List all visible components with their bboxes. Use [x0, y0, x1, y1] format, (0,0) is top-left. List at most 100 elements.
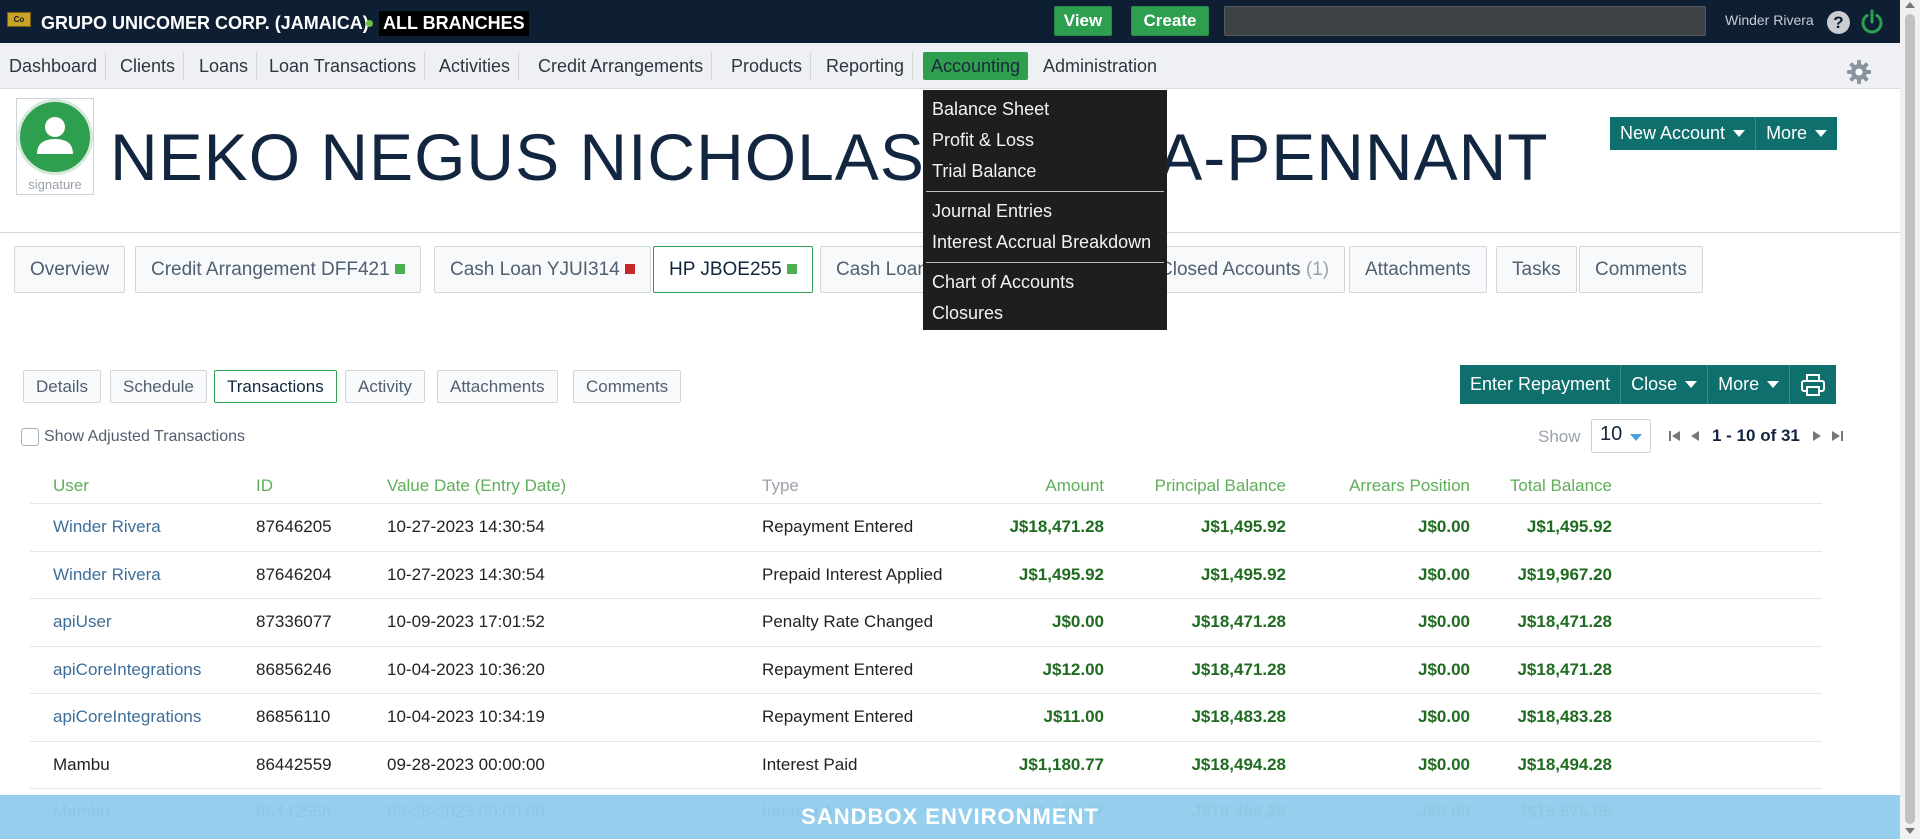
page-size-label: Show [1538, 427, 1581, 446]
cell-user: Mambu [53, 754, 110, 774]
close-label: Close [1631, 374, 1678, 394]
nav-credit-arrangements[interactable]: Credit Arrangements [530, 52, 713, 80]
page-size-select[interactable]: 10 [1591, 419, 1651, 453]
tab-credit-arrangement[interactable]: Credit Arrangement DFF421 [135, 246, 421, 293]
nav-products[interactable]: Products [723, 52, 812, 80]
menu-item-chart-of-accounts[interactable]: Chart of Accounts [923, 267, 1167, 298]
scroll-up-arrow-icon[interactable] [1905, 2, 1915, 8]
table-row: apiCoreIntegrations 86856246 10-04-2023 10… [30, 647, 1822, 694]
table-row: Winder Rivera 87646205 10-27-2023 14:30:54… [30, 504, 1822, 552]
next-page-icon[interactable] [1810, 429, 1824, 443]
table-row: Mambu 86442559 09-28-2023 00:00:00 Interest… [30, 742, 1822, 789]
tab-closed-accounts[interactable]: Closed Accounts (1) [1150, 246, 1346, 293]
first-page-icon[interactable] [1668, 429, 1682, 443]
cell-user[interactable]: apiCoreIntegrations [53, 707, 201, 727]
col-header-arrears-position[interactable]: Arrears Position [1290, 476, 1470, 496]
new-account-split-button: New Account More [1610, 117, 1838, 150]
tab-label: Comments [1595, 259, 1687, 280]
col-header-total-balance[interactable]: Total Balance [1470, 476, 1612, 496]
show-adjusted-checkbox[interactable] [21, 428, 39, 446]
scrollbar-thumb[interactable] [1905, 14, 1915, 824]
menu-item-journal-entries[interactable]: Journal Entries [923, 196, 1167, 227]
cell-date: 10-09-2023 17:01:52 [387, 612, 545, 631]
help-icon[interactable]: ? [1827, 11, 1850, 34]
col-header-type[interactable]: Type [762, 476, 799, 496]
cell-total: J$18,483.28 [1517, 707, 1612, 726]
tab-cash-loan-yjui314[interactable]: Cash Loan YJUI314 [434, 246, 651, 293]
actions-more-button[interactable]: More [1708, 365, 1791, 404]
cell-user[interactable]: Winder Rivera [53, 565, 161, 585]
cell-arrears: J$0.00 [1418, 517, 1470, 536]
cell-arrears: J$0.00 [1418, 612, 1470, 631]
organization-name: GRUPO UNICOMER CORP. (JAMAICA) [41, 13, 369, 33]
subtab-activity[interactable]: Activity [345, 370, 425, 403]
cell-date: 10-27-2023 14:30:54 [387, 517, 545, 536]
new-account-button[interactable]: New Account [1610, 117, 1757, 150]
cell-id: 86442559 [256, 754, 332, 774]
branch-status-dot-icon [366, 20, 373, 27]
nav-dashboard[interactable]: Dashboard [1, 52, 107, 80]
subtab-details[interactable]: Details [23, 370, 101, 403]
cell-total: J$1,495.92 [1526, 517, 1612, 536]
menu-item-balance-sheet[interactable]: Balance Sheet [923, 94, 1167, 125]
tab-overview[interactable]: Overview [14, 246, 126, 293]
global-search-input[interactable] [1224, 6, 1706, 36]
nav-loans[interactable]: Loans [191, 52, 258, 80]
cell-id: 86856110 [256, 707, 331, 726]
tab-tasks[interactable]: Tasks [1496, 246, 1577, 293]
client-avatar[interactable] [17, 99, 93, 175]
settings-gear-icon[interactable] [1846, 59, 1872, 85]
new-account-label: New Account [1620, 123, 1726, 143]
col-header-user[interactable]: User [53, 476, 89, 496]
page-scrollbar[interactable] [1900, 0, 1920, 839]
create-button[interactable]: Create [1131, 6, 1209, 36]
page-size-value: 10 [1600, 423, 1623, 445]
nav-clients[interactable]: Clients [112, 52, 185, 80]
actions-more-label: More [1718, 374, 1760, 394]
show-adjusted-label[interactable]: Show Adjusted Transactions [44, 428, 245, 446]
tab-attachments[interactable]: Attachments [1349, 246, 1487, 293]
col-header-id[interactable]: ID [256, 476, 273, 496]
branch-selector[interactable]: ALL BRANCHES [366, 11, 529, 36]
subtab-attachments[interactable]: Attachments [437, 370, 558, 403]
loan-action-bar: Enter Repayment Close More [1460, 365, 1837, 404]
nav-administration[interactable]: Administration [1035, 52, 1165, 80]
previous-page-icon[interactable] [1688, 429, 1702, 443]
status-active-icon [786, 264, 797, 274]
close-dropdown-button[interactable]: Close [1621, 365, 1709, 404]
col-header-principal-balance[interactable]: Principal Balance [1110, 476, 1286, 496]
menu-item-closures[interactable]: Closures [923, 298, 1167, 329]
client-more-button[interactable]: More [1756, 117, 1837, 150]
enter-repayment-button[interactable]: Enter Repayment [1460, 365, 1622, 404]
cell-principal: J$1,495.92 [1200, 564, 1286, 584]
menu-item-profit-loss[interactable]: Profit & Loss [923, 125, 1167, 156]
col-header-value-date[interactable]: Value Date (Entry Date) [387, 476, 566, 496]
current-user-name[interactable]: Winder Rivera [1725, 12, 1814, 28]
tab-comments[interactable]: Comments [1579, 246, 1703, 293]
cell-date: 09-28-2023 00:00:00 [387, 754, 545, 774]
scroll-down-arrow-icon[interactable] [1905, 828, 1915, 834]
col-header-amount[interactable]: Amount [930, 476, 1104, 496]
subtab-comments[interactable]: Comments [573, 370, 682, 403]
menu-item-trial-balance[interactable]: Trial Balance [923, 156, 1167, 187]
cell-user[interactable]: apiCoreIntegrations [53, 660, 201, 680]
enter-repayment-label: Enter Repayment [1470, 374, 1611, 394]
nav-accounting[interactable]: Accounting [923, 52, 1029, 80]
print-button[interactable] [1790, 365, 1836, 404]
cell-user[interactable]: Winder Rivera [53, 517, 161, 537]
tab-hp-jboe255[interactable]: HP JBOE255 [653, 246, 813, 293]
tab-label: Cash Loan [836, 259, 928, 280]
last-page-icon[interactable] [1830, 429, 1844, 443]
nav-loan-transactions[interactable]: Loan Transactions [261, 52, 426, 80]
logout-power-icon[interactable] [1859, 9, 1885, 35]
cell-user[interactable]: apiUser [53, 612, 112, 632]
cell-principal: J$18,483.28 [1191, 707, 1286, 726]
view-button[interactable]: View [1054, 6, 1112, 36]
signature-label[interactable]: signature [18, 177, 92, 192]
subtab-schedule[interactable]: Schedule [110, 370, 207, 403]
nav-reporting[interactable]: Reporting [818, 52, 914, 80]
nav-activities[interactable]: Activities [431, 52, 520, 80]
cell-total: J$18,494.28 [1517, 754, 1612, 774]
menu-item-interest-accrual-breakdown[interactable]: Interest Accrual Breakdown [923, 227, 1167, 258]
subtab-transactions[interactable]: Transactions [214, 370, 337, 403]
